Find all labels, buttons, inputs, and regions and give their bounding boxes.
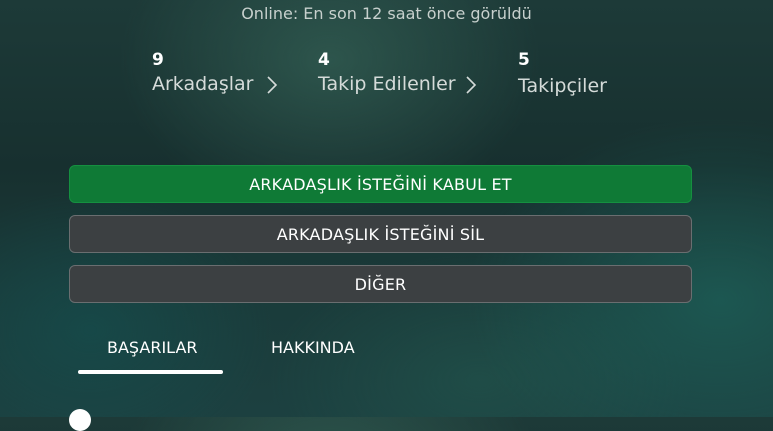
- chevron-right-icon: [466, 76, 477, 94]
- tab-achievements[interactable]: BAŞARILAR: [107, 338, 198, 357]
- friends-count: 9: [152, 50, 164, 70]
- achievement-icon: [69, 409, 91, 431]
- chevron-right-icon: [267, 76, 278, 94]
- profile-stats: 9 Arkadaşlar 4 Takip Edilenler 5 Takipçi…: [152, 49, 672, 105]
- friends-label: Arkadaşlar: [152, 73, 254, 95]
- other-button[interactable]: DİĞER: [69, 265, 692, 303]
- friends-stat[interactable]: 9 Arkadaşlar: [152, 49, 253, 97]
- online-status: Online: En son 12 saat önce görüldü: [241, 4, 532, 23]
- tab-about[interactable]: HAKKINDA: [271, 338, 355, 357]
- accept-friend-request-button[interactable]: ARKADAŞLIK İSTEĞİNİ KABUL ET: [69, 165, 692, 203]
- delete-friend-request-button[interactable]: ARKADAŞLIK İSTEĞİNİ SİL: [69, 215, 692, 253]
- followers-count: 5: [518, 50, 530, 70]
- followers-stat[interactable]: 5 Takipçiler: [518, 49, 607, 99]
- selected-tab-indicator: [78, 370, 223, 374]
- followers-label: Takipçiler: [518, 75, 607, 97]
- following-count: 4: [318, 50, 330, 70]
- following-label: Takip Edilenler: [318, 73, 456, 95]
- following-stat[interactable]: 4 Takip Edilenler: [318, 49, 456, 97]
- profile-tabs: BAŞARILAR HAKKINDA: [78, 330, 478, 380]
